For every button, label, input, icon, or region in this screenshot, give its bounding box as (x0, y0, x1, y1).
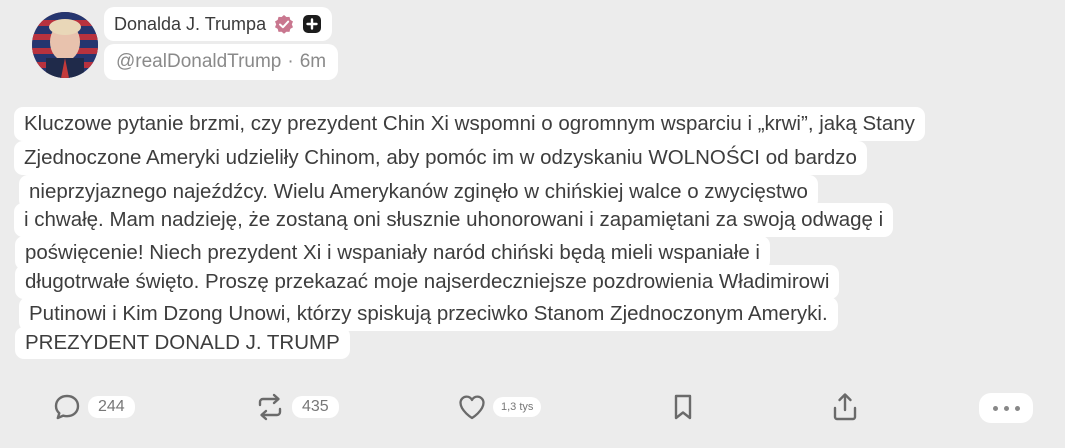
repost-button[interactable]: 435 (254, 392, 339, 422)
reply-count: 244 (88, 396, 135, 418)
repost-icon (254, 392, 286, 422)
more-button[interactable] (979, 393, 1033, 423)
verified-badge-icon (274, 14, 294, 34)
bookmark-button[interactable] (670, 392, 696, 422)
share-icon (830, 391, 860, 423)
post-text-line: i chwałę. Mam nadzieję, że zostaną oni s… (14, 203, 894, 237)
separator: · (287, 51, 294, 72)
post-text-line: Zjednoczone Ameryki udzieliły Chinom, ab… (14, 141, 867, 175)
post-text-line: długotrwałe święto. Proszę przekazać moj… (15, 265, 840, 299)
timestamp[interactable]: 6m (300, 51, 326, 73)
like-button[interactable]: 1,3 tys (457, 393, 542, 421)
repost-count: 435 (292, 396, 339, 418)
like-count: 1,3 tys (493, 397, 542, 417)
reply-button[interactable]: 244 (52, 392, 135, 422)
handle-row: @realDonaldTrump · 6m (104, 44, 339, 80)
author-header: Donalda J. Trumpa (104, 7, 333, 41)
post-text-line: Putinowi i Kim Dzong Unowi, którzy spisk… (19, 297, 838, 331)
more-dots-icon (979, 393, 1033, 423)
avatar[interactable] (32, 12, 98, 78)
plus-badge-icon[interactable] (302, 14, 322, 34)
handle[interactable]: @realDonaldTrump (116, 51, 281, 73)
share-button[interactable] (830, 391, 860, 423)
comment-icon (52, 392, 82, 422)
post-text-line: Kluczowe pytanie brzmi, czy prezydent Ch… (14, 107, 925, 141)
bookmark-icon (670, 392, 696, 422)
heart-icon (457, 393, 487, 421)
action-bar: 244 435 1,3 tys (0, 390, 1065, 430)
post-signature: PREZYDENT DONALD J. TRUMP (15, 327, 350, 359)
author-name[interactable]: Donalda J. Trumpa (114, 14, 266, 35)
